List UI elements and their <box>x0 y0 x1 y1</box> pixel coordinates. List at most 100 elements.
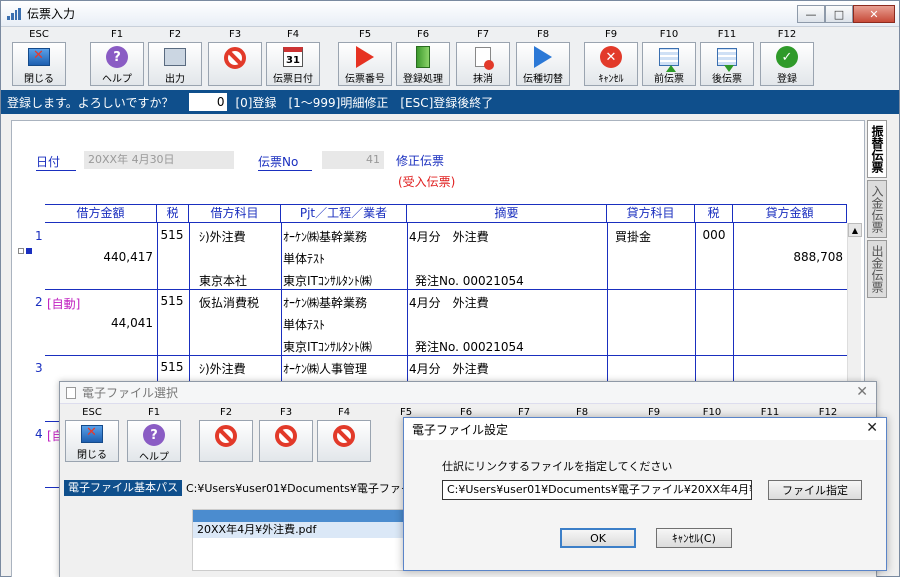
side-tab-0[interactable]: 振替伝票 <box>867 120 887 178</box>
fkey-f3: F3 <box>207 28 263 90</box>
credit-tax-cell[interactable]: 000 <box>695 228 733 242</box>
debit-tax-cell[interactable]: 515 <box>157 228 187 242</box>
process-cell[interactable]: 単体ﾃｽﾄ <box>283 316 407 333</box>
fkey-label: F9 <box>604 29 618 40</box>
fkey-button-f4[interactable]: 31 伝票日付 <box>266 42 320 86</box>
fkey-button-f2[interactable]: 出力 <box>148 42 202 86</box>
play-blue-icon <box>531 46 555 68</box>
print-icon <box>163 46 187 68</box>
dialog-message: 仕訳にリンクするファイルを指定してください <box>442 460 673 473</box>
order-no-cell[interactable]: 発注No. 00021054 <box>415 272 605 289</box>
subwindow-close-icon[interactable]: ✕ <box>856 384 868 400</box>
vendor-cell[interactable]: 東京ITｺﾝｻﾙﾀﾝﾄ㈱ <box>283 338 407 355</box>
ok-button[interactable]: OK <box>560 528 636 548</box>
fkey-button-f9[interactable]: ✕ ｷｬﾝｾﾙ <box>584 42 638 86</box>
fkey-button-label: 伝票番号 <box>345 74 385 85</box>
book-icon <box>411 46 435 68</box>
side-tab-2[interactable]: 出金伝票 <box>867 240 887 298</box>
dialog-close-icon[interactable]: ✕ <box>866 420 878 436</box>
debit-account-cell[interactable]: 仮払消費税 <box>199 294 281 311</box>
department-cell[interactable]: 東京本社 <box>199 272 281 289</box>
debit-account-cell[interactable]: ｼ)外注費 <box>199 228 281 245</box>
side-tab-1[interactable]: 入金伝票 <box>867 180 887 238</box>
fkey-f12: F12 ✓ 登録 <box>759 28 815 90</box>
grid-scrollbar[interactable]: ▲ <box>847 223 862 383</box>
order-no-cell[interactable]: 発注No. 00021054 <box>415 338 605 355</box>
fkey-button-label: 出力 <box>165 74 185 85</box>
project-cell[interactable]: ｵｰｹﾝ㈱基幹業務 <box>283 228 407 245</box>
fkey-button-f3[interactable] <box>208 42 262 86</box>
debit-tax-cell[interactable]: 515 <box>157 294 187 308</box>
scroll-up-icon[interactable]: ▲ <box>848 223 862 237</box>
fkey-button-f5[interactable]: 伝票番号 <box>338 42 392 86</box>
fkey-button-f8[interactable]: 伝種切替 <box>516 42 570 86</box>
sub-fkey-button-f3[interactable] <box>259 420 313 462</box>
fkey-label: F7 <box>476 29 490 40</box>
process-cell[interactable]: 単体ﾃｽﾄ <box>283 250 407 267</box>
summary-cell[interactable]: 4月分 外注費 <box>409 228 605 245</box>
summary-cell[interactable]: 4月分 外注費 <box>409 360 605 377</box>
title-bar: 伝票入力 — □ ✕ <box>1 1 899 27</box>
fkey-label: F1 <box>147 407 161 418</box>
fkey-label: F4 <box>286 29 300 40</box>
close-screen-icon <box>27 46 51 68</box>
fkey-button-label: ｷｬﾝｾﾙ <box>598 74 624 85</box>
slip-submode: (受入伝票) <box>398 175 456 189</box>
column-divider <box>733 223 734 403</box>
project-cell[interactable]: ｵｰｹﾝ㈱基幹業務 <box>283 294 407 311</box>
fkey-button-f12[interactable]: ✓ 登録 <box>760 42 814 86</box>
fkey-button-label: 伝種切替 <box>523 74 563 85</box>
fkey-f11: F11 後伝票 <box>699 28 755 90</box>
base-path-row: 電子ファイル基本パス C:¥Users¥user01¥Documents¥電子フ… <box>64 480 423 496</box>
dialog-titlebar: 電子ファイル設定 <box>404 418 886 440</box>
minimize-button[interactable]: — <box>797 5 825 23</box>
file-list-item[interactable]: 20XX年4月¥外注費.pdf <box>193 522 407 538</box>
confirm-input[interactable]: 0 <box>189 93 228 111</box>
sub-fkey-button-f1[interactable]: ? ヘルプ <box>127 420 181 463</box>
sub-fkey-button-f4[interactable] <box>317 420 371 462</box>
fkey-button-f11[interactable]: 後伝票 <box>700 42 754 86</box>
fkey-button-label: 抹消 <box>473 74 493 85</box>
fkey-button-f7[interactable]: 抹消 <box>456 42 510 86</box>
main-window: 伝票入力 — □ ✕ ESC閉じるF1?ヘルプF2出力F3F431伝票日付F5伝… <box>0 0 900 577</box>
browse-file-button[interactable]: ファイル指定 <box>768 480 862 500</box>
credit-account-cell[interactable]: 買掛金 <box>615 228 693 245</box>
row-divider <box>45 355 847 356</box>
date-field[interactable]: 20XX年 4月30日 <box>84 151 234 169</box>
fkey-f5: F5 伝票番号 <box>337 28 393 90</box>
fkey-f2: F2 出力 <box>147 28 203 90</box>
status-help: [0]登録 [1～999]明細修正 [ESC]登録後終了 <box>235 95 494 110</box>
fkey-f4: F4 31 伝票日付 <box>265 28 321 90</box>
fkey-button-f10[interactable]: 前伝票 <box>642 42 696 86</box>
cancel-button[interactable]: ｷｬﾝｾﾙ(C) <box>656 528 732 548</box>
debit-amount-cell[interactable]: 44,041 <box>45 316 153 330</box>
credit-amount-cell[interactable]: 888,708 <box>735 250 843 264</box>
disabled-icon <box>274 424 298 448</box>
file-path-input[interactable]: C:¥Users¥user01¥Documents¥電子ファイル¥20XX年4月… <box>442 480 752 500</box>
column-header: Pjt／工程／業者 <box>281 205 407 222</box>
column-divider <box>407 223 408 403</box>
project-cell[interactable]: ｵｰｹﾝ㈱人事管理 <box>283 360 407 377</box>
sub-fkey-button-f2[interactable] <box>199 420 253 462</box>
sub-fkey-f1: F1 ? ヘルプ <box>126 406 182 468</box>
maximize-button[interactable]: □ <box>825 5 853 23</box>
fkey-label: F4 <box>337 407 351 418</box>
debit-amount-cell[interactable]: 440,417 <box>45 250 153 264</box>
fkey-button-label: 閉じる <box>24 74 54 85</box>
summary-cell[interactable]: 4月分 外注費 <box>409 294 605 311</box>
vendor-cell[interactable]: 東京ITｺﾝｻﾙﾀﾝﾄ㈱ <box>283 272 407 289</box>
fkey-button-esc[interactable]: 閉じる <box>12 42 66 86</box>
fkey-label: F3 <box>228 29 242 40</box>
debit-account-cell[interactable]: ｼ)外注費 <box>199 360 281 377</box>
slip-no-field[interactable]: 41 <box>322 151 384 169</box>
sub-fkey-button-esc[interactable]: 閉じる <box>65 420 119 462</box>
disabled-icon <box>223 46 247 70</box>
debit-tax-cell[interactable]: 515 <box>157 360 187 374</box>
slip-mode: 修正伝票 <box>396 154 445 168</box>
file-list-header <box>193 510 407 522</box>
fkey-button-f6[interactable]: 登録処理 <box>396 42 450 86</box>
window-close-button[interactable]: ✕ <box>853 5 895 23</box>
fkey-label: ESC <box>29 29 49 40</box>
column-header: 税 <box>695 205 733 222</box>
fkey-button-f1[interactable]: ? ヘルプ <box>90 42 144 86</box>
